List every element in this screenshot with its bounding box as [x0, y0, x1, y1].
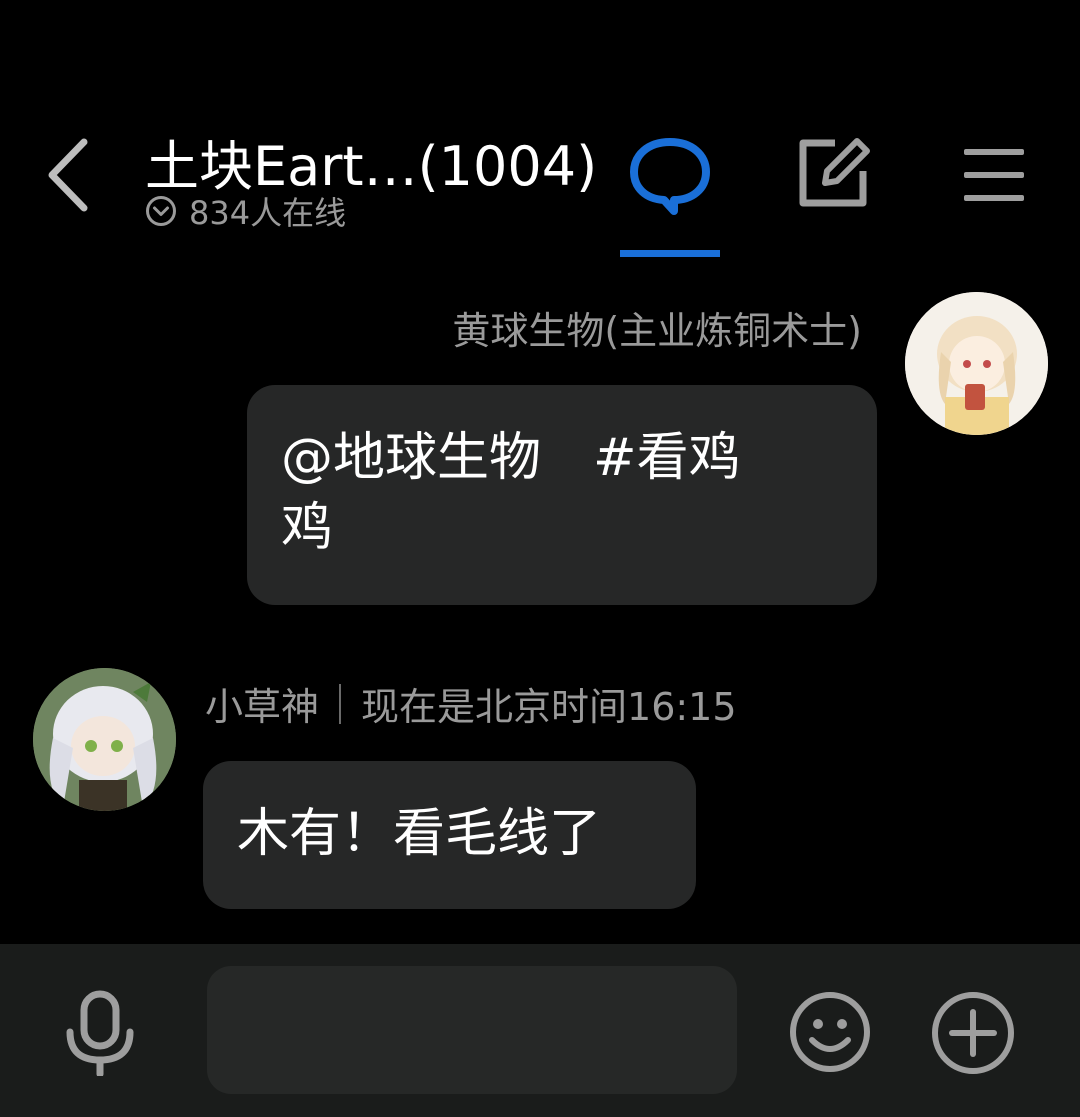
message-sender-name: 小草神: [205, 685, 320, 729]
tab-chat[interactable]: [620, 130, 720, 260]
avatar-image: [905, 292, 1048, 435]
message-sender-status: 现在是北京时间16:15: [361, 685, 737, 729]
message-input[interactable]: [207, 966, 737, 1094]
menu-button[interactable]: [962, 145, 1026, 205]
back-chevron-icon: [48, 138, 88, 212]
more-actions-button[interactable]: [930, 990, 1016, 1076]
chat-header: 土块Eart…(1004) 834人在线: [0, 0, 1080, 270]
plus-circle-icon: [932, 992, 1014, 1074]
chevron-down-circle-icon: [146, 196, 176, 226]
sender-separator: [339, 683, 342, 724]
avatar[interactable]: [33, 668, 176, 811]
online-status[interactable]: 834人在线: [145, 188, 346, 234]
microphone-icon: [66, 990, 134, 1078]
edit-note-icon: [799, 138, 870, 207]
message-text: 木有！看毛线了: [237, 804, 602, 864]
hamburger-menu-icon: [964, 149, 1024, 201]
tab-note[interactable]: [795, 135, 871, 211]
emoji-button[interactable]: [788, 990, 872, 1074]
message-sender-name[interactable]: 黄球生物(主业炼铜术士): [452, 300, 862, 355]
avatar-image: [33, 668, 176, 811]
online-count: 834人在线: [189, 194, 347, 232]
active-tab-indicator: [620, 250, 720, 257]
chat-screen: 土块Eart…(1004) 834人在线 黄球生物(主业炼铜术士) @地球生物 …: [0, 0, 1080, 1117]
message-bubble[interactable]: @地球生物 #看鸡 鸡: [247, 385, 877, 605]
voice-input-button[interactable]: [62, 990, 138, 1078]
message-text-line: 鸡: [281, 498, 334, 558]
message-sender-info[interactable]: 小草神 现在是北京时间16:15: [205, 676, 737, 731]
message-text-line: @地球生物 #看鸡: [281, 428, 741, 488]
emoji-icon: [790, 992, 870, 1072]
avatar[interactable]: [905, 292, 1048, 435]
message-bubble[interactable]: 木有！看毛线了: [203, 761, 696, 909]
back-button[interactable]: [40, 130, 100, 220]
chat-bubble-icon: [630, 138, 710, 215]
